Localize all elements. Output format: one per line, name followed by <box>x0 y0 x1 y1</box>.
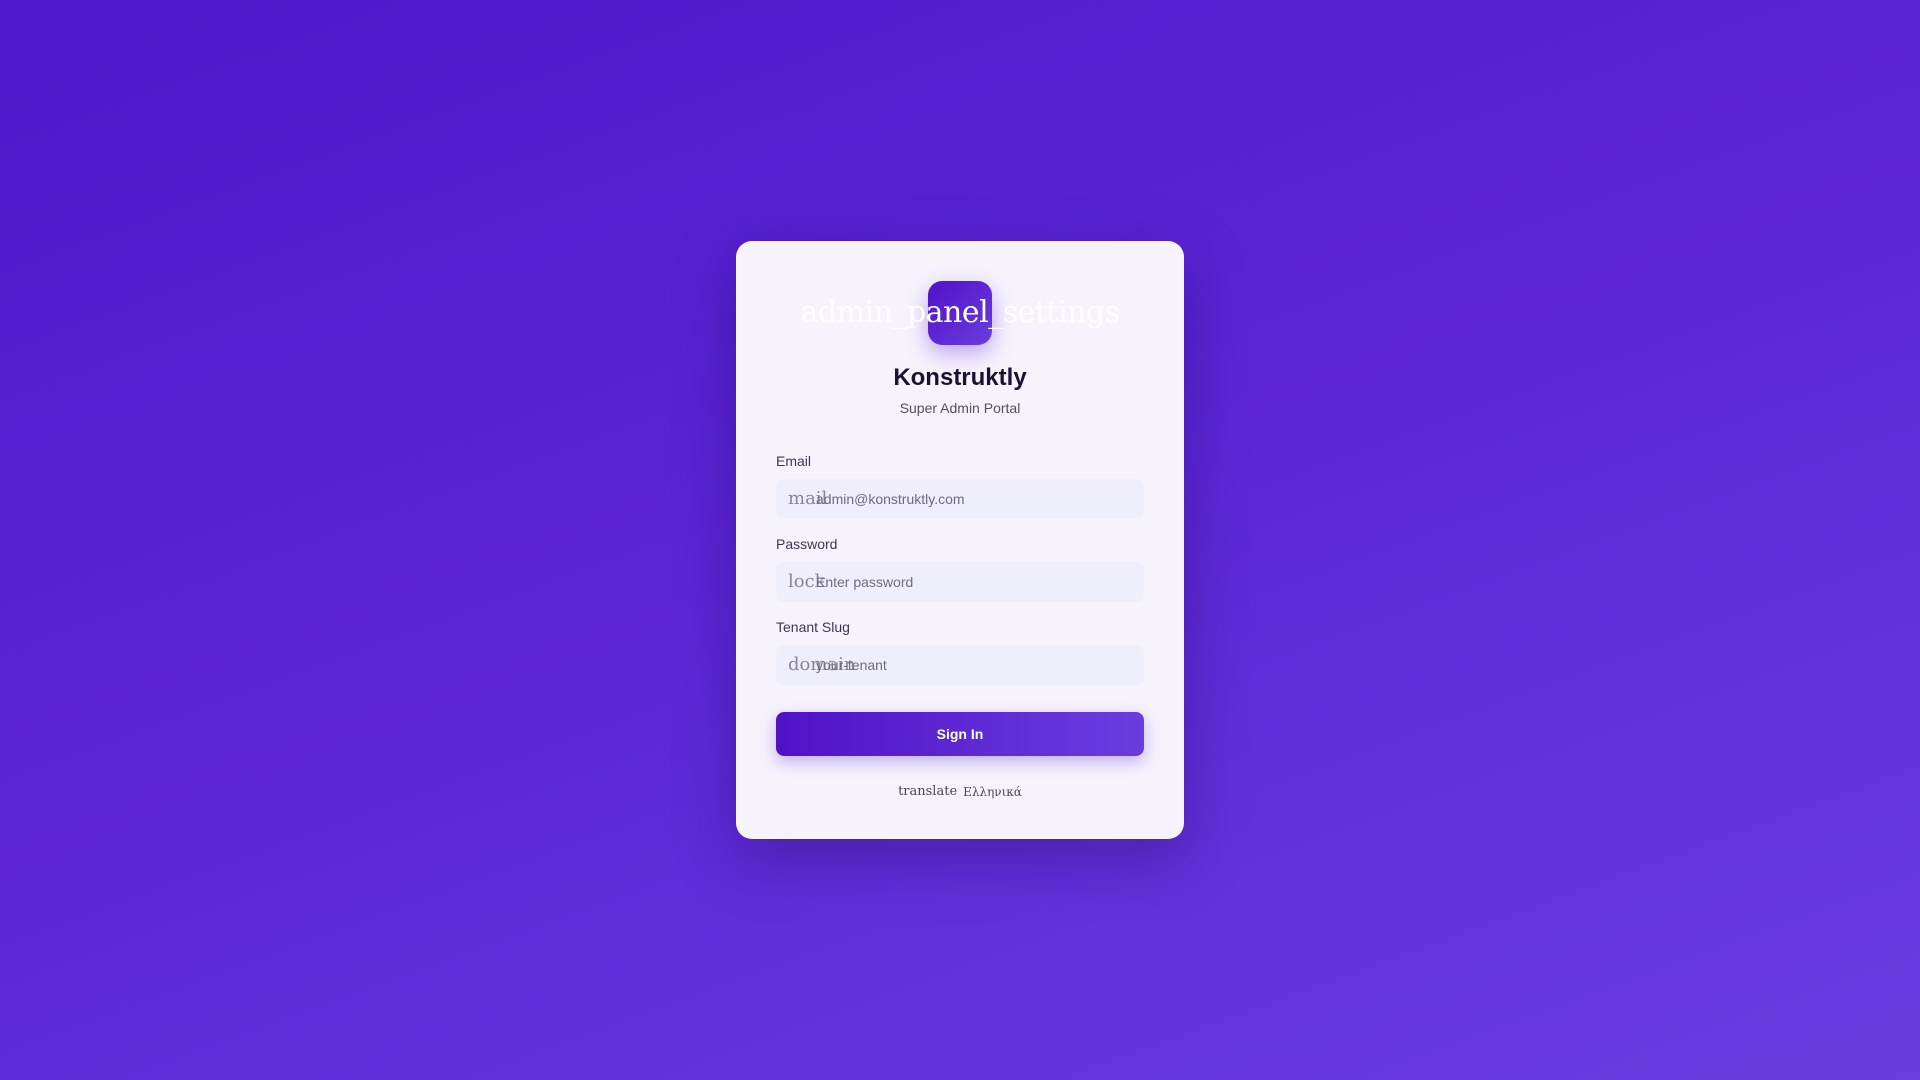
translate-icon: translate <box>898 784 958 799</box>
language-row: translate Ελληνικά <box>776 780 1144 803</box>
tenant-field-group: Tenant Slug domain <box>776 618 1144 685</box>
email-field-group: Email mail <box>776 452 1144 519</box>
email-input[interactable] <box>816 479 1136 519</box>
email-label: Email <box>776 453 812 469</box>
tenant-label: Tenant Slug <box>776 619 850 635</box>
logo: admin_panel_settings <box>776 281 1144 345</box>
sign-in-button[interactable]: Sign In <box>776 712 1144 756</box>
password-input-box[interactable]: lock <box>776 562 1144 602</box>
email-input-box[interactable]: mail <box>776 479 1144 519</box>
language-label: Ελληνικά <box>963 784 1022 799</box>
tenant-input-box[interactable]: domain <box>776 645 1144 685</box>
password-label: Password <box>776 536 838 552</box>
admin-panel-settings-icon: admin_panel_settings <box>800 295 1121 330</box>
tenant-input[interactable] <box>816 645 1136 685</box>
language-switch-button[interactable]: translate Ελληνικά <box>890 780 1030 803</box>
app-title: Konstruktly <box>893 364 1027 391</box>
app-subtitle: Super Admin Portal <box>899 400 1021 416</box>
login-card: admin_panel_settings Konstruktly Super A… <box>736 241 1184 839</box>
password-input[interactable] <box>816 562 1136 602</box>
password-field-group: Password lock <box>776 535 1144 602</box>
